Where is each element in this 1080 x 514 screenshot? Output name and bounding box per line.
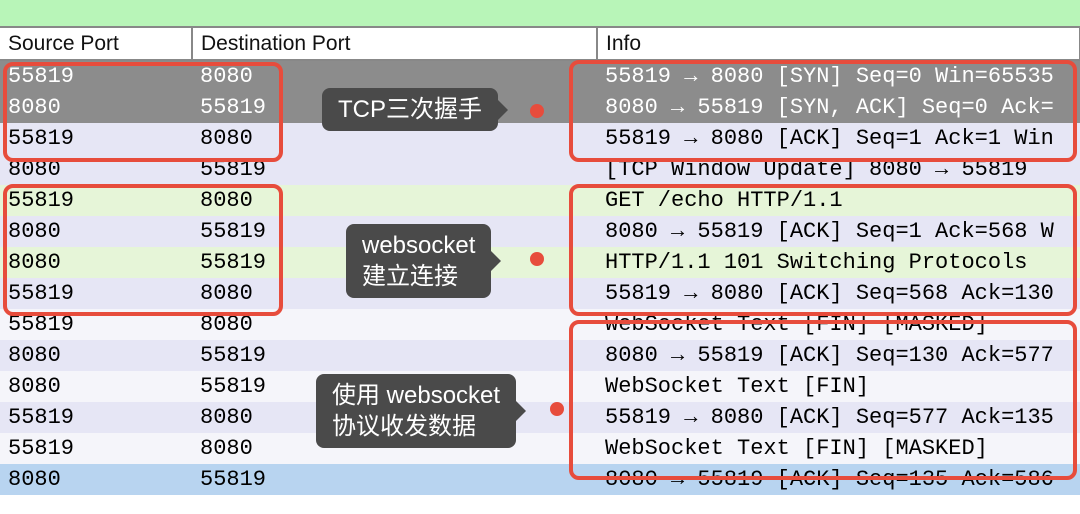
cell-info: 8080 → 55819 [SYN, ACK] Seq=0 Ack= xyxy=(597,92,1080,123)
table-row[interactable]: 8080558198080 → 55819 [ACK] Seq=130 Ack=… xyxy=(0,340,1080,371)
cell-dst: 55819 xyxy=(192,340,597,371)
table-row[interactable]: 808055819[TCP Window Update] 8080 → 5581… xyxy=(0,154,1080,185)
table-header-row: Source Port Destination Port Info xyxy=(0,28,1080,60)
cell-src: 55819 xyxy=(0,278,192,309)
cell-info: 8080 → 55819 [ACK] Seq=1 Ack=568 W xyxy=(597,216,1080,247)
cell-dst: 8080 xyxy=(192,185,597,216)
col-source-port[interactable]: Source Port xyxy=(0,28,192,60)
cell-src: 55819 xyxy=(0,60,192,92)
cell-info: WebSocket Text [FIN] [MASKED] xyxy=(597,309,1080,340)
cell-dst: 8080 xyxy=(192,433,597,464)
cell-dst: 55819 xyxy=(192,247,597,278)
cell-dst: 55819 xyxy=(192,216,597,247)
cell-src: 55819 xyxy=(0,402,192,433)
table-row[interactable]: 8080558198080 → 55819 [ACK] Seq=1 Ack=56… xyxy=(0,216,1080,247)
table-row[interactable]: 808055819WebSocket Text [FIN] xyxy=(0,371,1080,402)
col-info[interactable]: Info xyxy=(597,28,1080,60)
cell-info: WebSocket Text [FIN] xyxy=(597,371,1080,402)
cell-info: 55819 → 8080 [ACK] Seq=568 Ack=130 xyxy=(597,278,1080,309)
table-row[interactable]: 808055819HTTP/1.1 101 Switching Protocol… xyxy=(0,247,1080,278)
cell-src: 55819 xyxy=(0,433,192,464)
cell-dst: 8080 xyxy=(192,123,597,154)
packet-table-container: Source Port Destination Port Info 558198… xyxy=(0,28,1080,495)
cell-src: 8080 xyxy=(0,464,192,495)
cell-dst: 8080 xyxy=(192,309,597,340)
cell-info: HTTP/1.1 101 Switching Protocols xyxy=(597,247,1080,278)
cell-src: 8080 xyxy=(0,154,192,185)
cell-info: 8080 → 55819 [ACK] Seq=130 Ack=577 xyxy=(597,340,1080,371)
table-row[interactable]: 8080558198080 → 55819 [ACK] Seq=135 Ack=… xyxy=(0,464,1080,495)
cell-src: 55819 xyxy=(0,185,192,216)
top-green-bar xyxy=(0,0,1080,28)
cell-info: 55819 → 8080 [ACK] Seq=1 Ack=1 Win xyxy=(597,123,1080,154)
cell-dst: 55819 xyxy=(192,371,597,402)
cell-info: 55819 → 8080 [ACK] Seq=577 Ack=135 xyxy=(597,402,1080,433)
packet-table: Source Port Destination Port Info 558198… xyxy=(0,28,1080,495)
table-row[interactable]: 55819808055819 → 8080 [SYN] Seq=0 Win=65… xyxy=(0,60,1080,92)
cell-info: 8080 → 55819 [ACK] Seq=135 Ack=586 xyxy=(597,464,1080,495)
cell-info: [TCP Window Update] 8080 → 55819 xyxy=(597,154,1080,185)
cell-dst: 8080 xyxy=(192,278,597,309)
cell-src: 8080 xyxy=(0,92,192,123)
cell-dst: 55819 xyxy=(192,464,597,495)
cell-info: WebSocket Text [FIN] [MASKED] xyxy=(597,433,1080,464)
col-destination-port[interactable]: Destination Port xyxy=(192,28,597,60)
cell-dst: 55819 xyxy=(192,154,597,185)
cell-dst: 8080 xyxy=(192,402,597,433)
table-row[interactable]: 558198080WebSocket Text [FIN] [MASKED] xyxy=(0,433,1080,464)
table-row[interactable]: 55819808055819 → 8080 [ACK] Seq=1 Ack=1 … xyxy=(0,123,1080,154)
cell-info: 55819 → 8080 [SYN] Seq=0 Win=65535 xyxy=(597,60,1080,92)
table-row[interactable]: 558198080GET /echo HTTP/1.1 xyxy=(0,185,1080,216)
cell-src: 55819 xyxy=(0,123,192,154)
table-row[interactable]: 558198080WebSocket Text [FIN] [MASKED] xyxy=(0,309,1080,340)
cell-src: 8080 xyxy=(0,247,192,278)
cell-dst: 55819 xyxy=(192,92,597,123)
cell-src: 8080 xyxy=(0,216,192,247)
table-row[interactable]: 55819808055819 → 8080 [ACK] Seq=577 Ack=… xyxy=(0,402,1080,433)
cell-src: 8080 xyxy=(0,371,192,402)
cell-info: GET /echo HTTP/1.1 xyxy=(597,185,1080,216)
cell-src: 8080 xyxy=(0,340,192,371)
cell-src: 55819 xyxy=(0,309,192,340)
table-row[interactable]: 55819808055819 → 8080 [ACK] Seq=568 Ack=… xyxy=(0,278,1080,309)
cell-dst: 8080 xyxy=(192,60,597,92)
table-row[interactable]: 8080558198080 → 55819 [SYN, ACK] Seq=0 A… xyxy=(0,92,1080,123)
